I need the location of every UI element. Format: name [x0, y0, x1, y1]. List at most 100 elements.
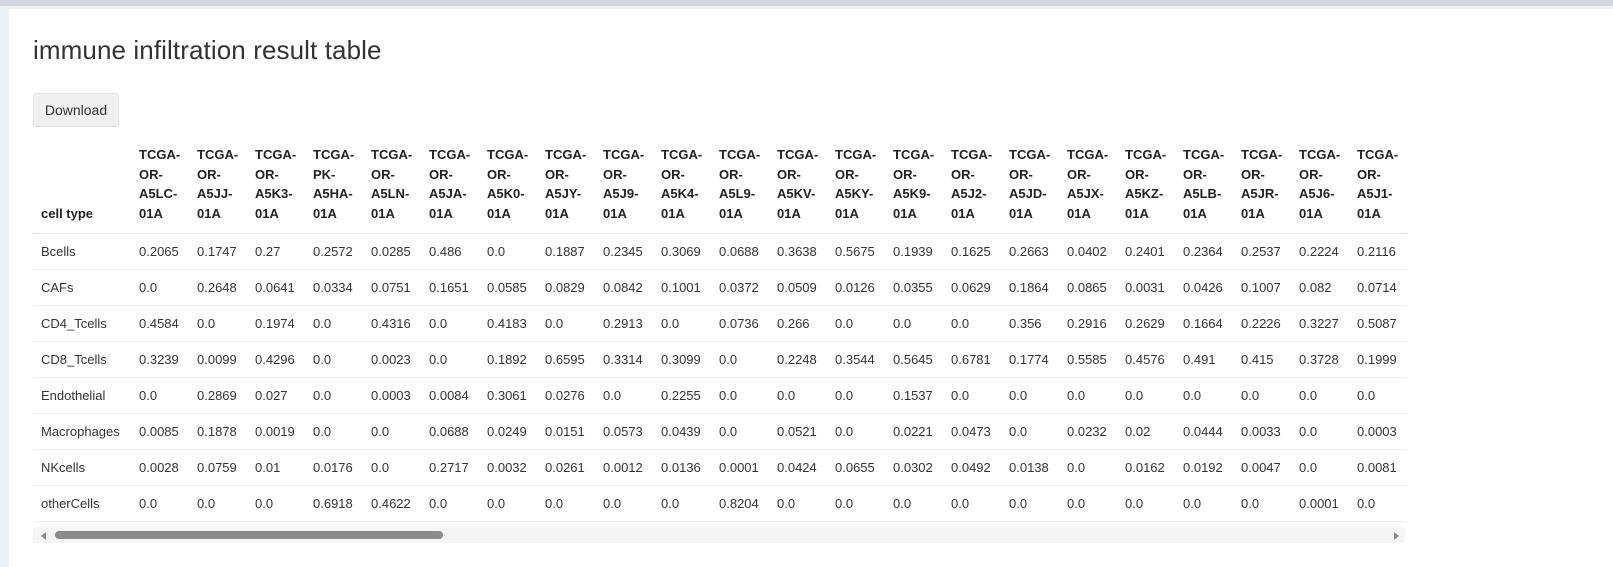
table-cell: 0.3544 — [827, 341, 885, 378]
download-button[interactable]: Download — [33, 93, 119, 127]
table-cell: 0.1892 — [479, 341, 537, 378]
column-header-sample[interactable]: TCGA- OR- A5JR- 01A — [1233, 137, 1291, 234]
table-cell: 0.0714 — [1349, 269, 1407, 306]
column-header-line: 01A — [371, 205, 395, 221]
column-header-line: 01A — [1357, 205, 1381, 221]
table-cell: 0.27 — [247, 233, 305, 270]
column-header-sample[interactable]: TCGA- OR- A5LB- 01A — [1175, 137, 1233, 234]
table-cell: 0.0081 — [1349, 449, 1407, 486]
column-header-line: 01A — [1183, 205, 1207, 221]
table-cell: 0.0 — [1059, 449, 1117, 486]
column-header-sample[interactable]: TCGA- OR- A5LN- 01A — [363, 137, 421, 234]
table-cell: 0.3099 — [653, 341, 711, 378]
column-header-line: TCGA- — [1125, 147, 1167, 162]
table-cell: 0.0 — [363, 413, 421, 450]
column-header-sample[interactable]: TCGA- OR- A5KZ- 01A — [1117, 137, 1175, 234]
scrollbar-thumb[interactable] — [55, 531, 443, 539]
column-header-line: 01A — [313, 205, 337, 221]
table-cell: 0.0 — [1291, 377, 1349, 414]
column-header-line: 01A — [835, 205, 859, 221]
table-cell: 0.0355 — [885, 269, 943, 306]
column-header-line: A5KZ- — [1125, 186, 1164, 201]
column-header-line: TCGA- — [1067, 147, 1109, 162]
column-header-line: A5J6- — [1299, 186, 1335, 201]
column-header-cell-type[interactable]: cell type — [33, 137, 131, 234]
table-cell: 0.0655 — [827, 449, 885, 486]
table-cell: 0.0003 — [1349, 413, 1407, 450]
column-header-sample[interactable]: TCGA- OR- A5JJ- 01A — [189, 137, 247, 234]
column-header-line: 01A — [487, 205, 511, 221]
table-cell: 0.0012 — [595, 449, 653, 486]
table-cell: 0.0 — [885, 485, 943, 522]
column-header-sample[interactable]: TCGA- OR- A5KV- 01A — [769, 137, 827, 234]
table-cell: 0.0162 — [1117, 449, 1175, 486]
column-header-sample[interactable]: TCGA- OR- A5KY- 01A — [827, 137, 885, 234]
table-cell: 0.0 — [827, 377, 885, 414]
table-cell: 0.0 — [1117, 377, 1175, 414]
column-header-line: TCGA- — [719, 147, 761, 162]
column-header-sample[interactable]: TCGA- OR- A5J1- 01A — [1349, 137, 1407, 234]
column-header-sample[interactable]: TCGA- OR- A5J2- 01A — [943, 137, 1001, 234]
table-cell: 0.0 — [421, 341, 479, 378]
table-cell: 0.2648 — [189, 269, 247, 306]
column-header-line: OR- — [139, 166, 163, 182]
cell-type-label: CD8_Tcells — [33, 341, 131, 378]
cell-type-label: Bcells — [33, 233, 131, 270]
page-title: immune infiltration result table — [33, 35, 382, 65]
column-header-sample[interactable]: TCGA- OR- A5J6- 01A — [1291, 137, 1349, 234]
table-body: Bcells 0.2065 0.1747 0.27 0.2572 0.0285 0.486 0… — [33, 233, 1407, 522]
column-header-sample[interactable]: TCGA- OR- A5L9- 01A — [711, 137, 769, 234]
column-header-line: TCGA- — [545, 147, 587, 162]
table-cell: 0.0085 — [131, 413, 189, 450]
table-cell: 0.027 — [247, 377, 305, 414]
table-cell: 0.0641 — [247, 269, 305, 306]
table-scroll-area[interactable]: cell type TCGA- OR- A5LC- 01A TCGA- OR- A5JJ- 0… — [33, 137, 1425, 527]
table-cell: 0.3239 — [131, 341, 189, 378]
column-header-sample[interactable]: TCGA- OR- A5K4- 01A — [653, 137, 711, 234]
column-header-sample[interactable]: TCGA- OR- A5JY- 01A — [537, 137, 595, 234]
scroll-right-arrow-icon[interactable] — [1394, 532, 1399, 540]
column-header-sample[interactable]: TCGA- OR- A5K0- 01A — [479, 137, 537, 234]
column-header-line: OR- — [1241, 166, 1265, 182]
column-header-sample[interactable]: TCGA- OR- A5J9- 01A — [595, 137, 653, 234]
table-cell: 0.2717 — [421, 449, 479, 486]
column-header-line: A5L9- — [719, 186, 756, 201]
table-cell: 0.1887 — [537, 233, 595, 270]
column-header-line: OR- — [1067, 166, 1091, 182]
header-row: cell type TCGA- OR- A5LC- 01A TCGA- OR- A5JJ- 0… — [33, 137, 1407, 234]
column-header-sample[interactable]: TCGA- OR- A5LC- 01A — [131, 137, 189, 234]
column-header-line: 01A — [951, 205, 975, 221]
scroll-left-arrow-icon[interactable] — [41, 532, 46, 540]
column-header-line: 01A — [197, 205, 221, 221]
cell-type-label: CAFs — [33, 269, 131, 306]
column-header-line: 01A — [1125, 205, 1149, 221]
table-cell: 0.0 — [305, 305, 363, 342]
column-header-sample[interactable]: TCGA- OR- A5JX- 01A — [1059, 137, 1117, 234]
column-header-sample[interactable]: TCGA- OR- A5K3- 01A — [247, 137, 305, 234]
table-cell: 0.1774 — [1001, 341, 1059, 378]
table-cell: 0.0 — [131, 485, 189, 522]
column-header-line: OR- — [371, 166, 395, 182]
table-cell: 0.2401 — [1117, 233, 1175, 270]
column-header-sample[interactable]: TCGA- OR- A5JA- 01A — [421, 137, 479, 234]
table-cell: 0.0285 — [363, 233, 421, 270]
table-cell: 0.3061 — [479, 377, 537, 414]
table-cell: 0.1651 — [421, 269, 479, 306]
column-header-line: A5JR- — [1241, 186, 1279, 201]
column-header-sample[interactable]: TCGA- OR- A5JD- 01A — [1001, 137, 1059, 234]
column-header-line: TCGA- — [313, 147, 355, 162]
table-cell: 0.0 — [305, 377, 363, 414]
table-row: otherCells 0.0 0.0 0.0 0.6918 0.4622 0.0 0.0 0.0… — [33, 485, 1407, 522]
cell-type-label: Endothelial — [33, 377, 131, 414]
table-cell: 0.1664 — [1175, 305, 1233, 342]
table-cell: 0.0 — [827, 485, 885, 522]
column-header-sample[interactable]: TCGA- PK- A5HA- 01A — [305, 137, 363, 234]
column-header-line: TCGA- — [893, 147, 935, 162]
table-cell: 0.4316 — [363, 305, 421, 342]
table-cell: 0.5585 — [1059, 341, 1117, 378]
horizontal-scrollbar[interactable] — [33, 527, 1405, 543]
table-cell: 0.2537 — [1233, 233, 1291, 270]
table-cell: 0.0 — [943, 485, 1001, 522]
column-header-sample[interactable]: TCGA- OR- A5K9- 01A — [885, 137, 943, 234]
table-cell: 0.0 — [537, 485, 595, 522]
